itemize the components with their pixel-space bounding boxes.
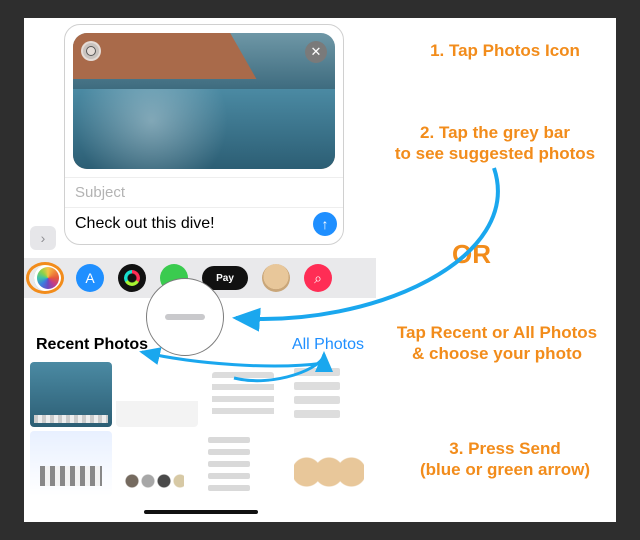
thumbnail[interactable]	[116, 431, 198, 496]
apple-pay-label: Pay	[216, 273, 234, 284]
thumbnail[interactable]	[288, 431, 370, 496]
activity-app-icon[interactable]	[118, 264, 146, 292]
recent-photos-tab[interactable]: Recent Photos	[36, 336, 148, 354]
photo-thumbnail-grid: No Sharing Suggestions	[30, 362, 370, 496]
thumbnail[interactable]: No Sharing Suggestions	[30, 431, 112, 496]
step-3-line2: (blue or green arrow)	[420, 460, 590, 479]
remove-attachment-icon[interactable]: ✕	[305, 41, 327, 63]
step-2b-text: Tap Recent or All Photos & choose your p…	[374, 322, 620, 365]
send-button[interactable]: ↑	[313, 212, 337, 236]
attached-photo[interactable]: ✕	[73, 33, 335, 169]
message-row: Check out this dive! ↑	[65, 207, 343, 244]
step-2-text: 2. Tap the grey bar to see suggested pho…	[380, 122, 610, 165]
step-2-line1: 2. Tap the grey bar	[420, 123, 570, 142]
home-indicator[interactable]	[144, 510, 258, 514]
thumbnail[interactable]	[202, 362, 284, 427]
or-text: OR	[452, 238, 491, 271]
step-3-text: 3. Press Send (blue or green arrow)	[390, 438, 620, 481]
step-2b-line1: Tap Recent or All Photos	[397, 323, 597, 342]
step-2b-line2: & choose your photo	[412, 344, 582, 363]
instruction-panel: 1. Tap Photos Icon 2. Tap the grey bar t…	[380, 18, 616, 522]
all-photos-link[interactable]: All Photos	[292, 336, 364, 354]
thumbnail[interactable]	[202, 431, 284, 496]
expand-chevron-icon[interactable]: ›	[30, 226, 56, 250]
thumbnail[interactable]	[116, 362, 198, 427]
step-2-line2: to see suggested photos	[395, 144, 595, 163]
appstore-app-icon[interactable]: A	[76, 264, 104, 292]
drawer-handle-icon[interactable]	[165, 314, 205, 320]
tutorial-canvas: ✕ Subject Check out this dive! ↑ › A Pay…	[24, 18, 616, 522]
phone-area: ✕ Subject Check out this dive! ↑ › A Pay…	[24, 18, 376, 522]
drawer-handle-zoom	[146, 278, 224, 356]
step-3-line1: 3. Press Send	[449, 439, 561, 458]
animoji-app-icon[interactable]	[262, 264, 290, 292]
message-input[interactable]: Check out this dive!	[75, 215, 313, 233]
thumbnail[interactable]	[30, 362, 112, 427]
photos-app-icon[interactable]	[34, 264, 62, 292]
live-photo-icon	[81, 41, 101, 61]
step-1-text: 1. Tap Photos Icon	[390, 40, 620, 61]
thumbnail[interactable]	[288, 362, 370, 427]
message-compose-card: ✕ Subject Check out this dive! ↑	[64, 24, 344, 245]
search-app-icon[interactable]: ⌕	[304, 264, 332, 292]
subject-input[interactable]: Subject	[65, 177, 343, 207]
